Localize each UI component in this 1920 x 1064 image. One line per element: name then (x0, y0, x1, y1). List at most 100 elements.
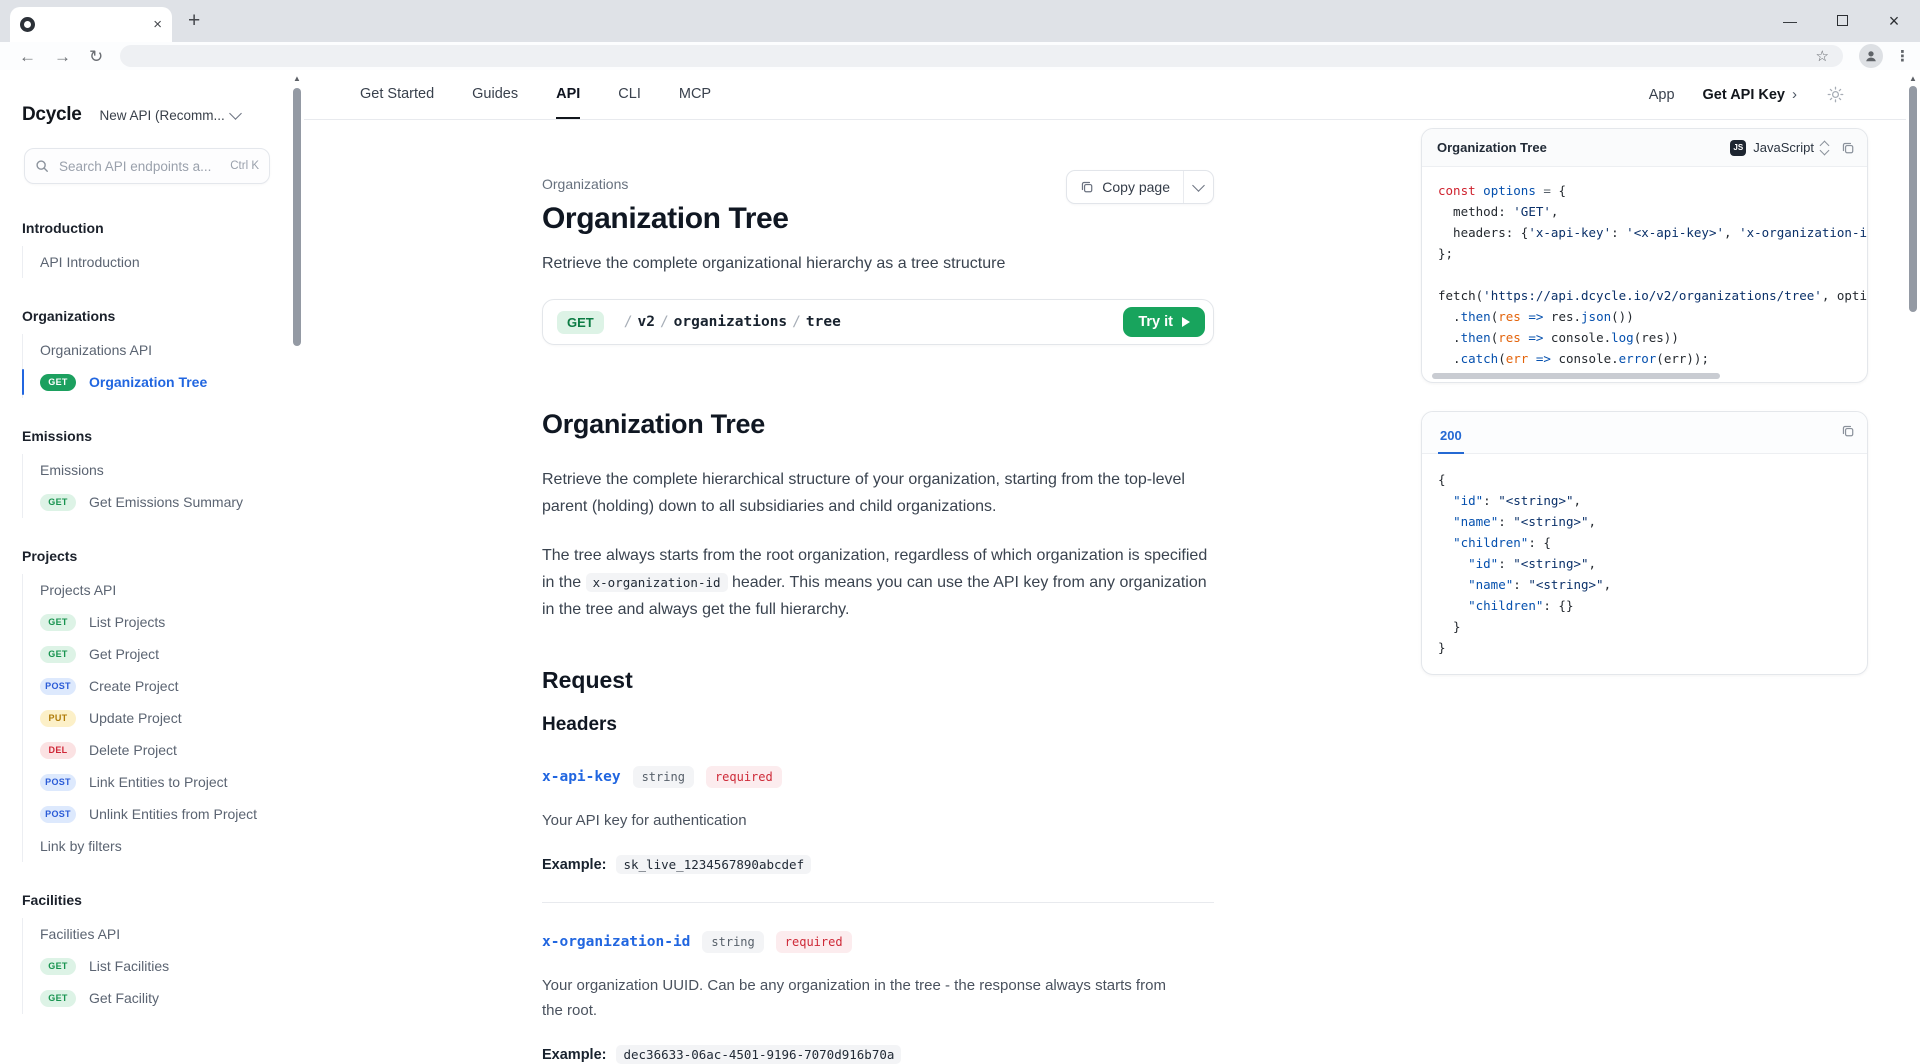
sidebar-item-label: Projects API (40, 582, 116, 598)
back-icon[interactable]: ← (19, 48, 36, 65)
sidebar-item-delete-project[interactable]: DELDelete Project (23, 734, 280, 766)
get-api-key-link[interactable]: Get API Key › (1703, 86, 1797, 103)
scrollbar-thumb[interactable] (1909, 86, 1917, 312)
sidebar-section-items: EmissionsGETGet Emissions Summary (22, 454, 280, 518)
method-badge: GET (40, 646, 76, 663)
theme-toggle[interactable] (1827, 86, 1844, 103)
sidebar-item-label: Link Entities to Project (89, 774, 228, 790)
scroll-up-icon[interactable]: ▲ (1906, 74, 1920, 83)
method-badge: POST (40, 774, 76, 791)
sidebar-item-label: API Introduction (40, 254, 140, 270)
chevron-right-icon: › (1792, 86, 1797, 103)
browser-menu-icon[interactable]: ⋮ (1895, 47, 1910, 65)
sidebar-item-list-facilities[interactable]: GETList Facilities (23, 950, 280, 982)
method-badge: GET (40, 374, 76, 391)
topnav-item-api[interactable]: API (556, 70, 580, 119)
reload-icon[interactable]: ↻ (89, 48, 103, 65)
search-input[interactable] (57, 158, 230, 175)
sidebar-item-api-introduction[interactable]: API Introduction (23, 246, 280, 278)
example-value: dec36633-06ac-4501-9196-7070d916b70a (616, 1045, 901, 1064)
sidebar-item-get-project[interactable]: GETGet Project (23, 638, 280, 670)
path-separator: / (792, 314, 801, 330)
maximize-icon[interactable] (1816, 13, 1868, 29)
code-line: "children": { (1438, 532, 1867, 553)
sidebar-section-title: Introduction (22, 220, 280, 236)
sidebar-item-create-project[interactable]: POST Create Project (23, 670, 280, 702)
window-controls: — × (1764, 0, 1920, 42)
copy-response-button[interactable] (1841, 424, 1855, 438)
minimize-icon[interactable]: — (1764, 13, 1816, 29)
topnav-item-mcp[interactable]: MCP (679, 70, 711, 119)
sidebar-scrollbar[interactable]: ▲ (290, 70, 304, 1047)
sidebar-item-get-emissions-summary[interactable]: GETGet Emissions Summary (23, 486, 280, 518)
code-line: { (1438, 469, 1867, 490)
code-line: .catch(err => console.error(err)); (1438, 348, 1867, 369)
example-value: sk_live_1234567890abcdef (616, 855, 811, 874)
tab-close-icon[interactable]: × (153, 17, 162, 32)
copy-code-button[interactable] (1841, 141, 1855, 155)
page-scrollbar[interactable]: ▲ (1906, 70, 1920, 1047)
js-icon: JS (1730, 140, 1746, 156)
response-status-tab[interactable]: 200 (1438, 417, 1464, 454)
scrollbar-thumb[interactable] (1432, 373, 1720, 379)
method-badge: DEL (40, 742, 76, 759)
nav-app-link[interactable]: App (1649, 87, 1675, 103)
path-segment: tree (806, 314, 841, 330)
try-it-button[interactable]: Try it (1123, 307, 1205, 337)
sidebar-item-link-by-filters[interactable]: Link by filters (23, 830, 280, 862)
sidebar-item-projects-api[interactable]: Projects API (23, 574, 280, 606)
language-selector[interactable]: JS JavaScript (1730, 140, 1828, 156)
topnav-item-get-started[interactable]: Get Started (360, 70, 434, 119)
top-nav: Get Started Guides API CLI MCP App Get API K… (304, 70, 1906, 120)
scroll-up-icon[interactable]: ▲ (290, 74, 304, 83)
copy-page-menu-button[interactable] (1183, 171, 1213, 203)
forward-icon[interactable]: → (54, 48, 71, 65)
code-block: const options = { method: 'GET', headers… (1422, 167, 1867, 371)
copy-page-button[interactable]: Copy page (1067, 171, 1183, 203)
new-tab-button[interactable]: + (188, 9, 200, 33)
profile-avatar[interactable] (1859, 44, 1883, 68)
topnav-item-cli[interactable]: CLI (618, 70, 641, 119)
path-segment: organizations (674, 314, 788, 330)
sidebar-item-organization-tree[interactable]: GETOrganization Tree (23, 366, 280, 398)
scrollbar-thumb[interactable] (293, 88, 301, 346)
topnav-item-guides[interactable]: Guides (472, 70, 518, 119)
bookmark-star-icon[interactable]: ☆ (1816, 47, 1829, 65)
code-line: .then(res => res.json()) (1438, 306, 1867, 327)
sidebar-item-label: List Projects (89, 614, 165, 630)
sidebar-item-label: Facilities API (40, 926, 120, 942)
sidebar-item-update-project[interactable]: PUTUpdate Project (23, 702, 280, 734)
url-bar[interactable]: ☆ (120, 45, 1843, 67)
sidebar-item-label: Create Project (89, 678, 178, 694)
sidebar-item-get-facility[interactable]: GETGet Facility (23, 982, 280, 1014)
sidebar-item-list-projects[interactable]: GETList Projects (23, 606, 280, 638)
horizontal-scrollbar[interactable] (1422, 371, 1867, 382)
sidebar-item-label: List Facilities (89, 958, 169, 974)
search-box[interactable]: Ctrl K (24, 148, 270, 184)
param-name[interactable]: x-api-key (542, 769, 621, 785)
sidebar-item-link-entities-to-project[interactable]: POST Link Entities to Project (23, 766, 280, 798)
code-line (1438, 264, 1867, 285)
sidebar-item-unlink-entities-from-project[interactable]: POSTUnlink Entities from Project (23, 798, 280, 830)
favicon-icon (20, 17, 35, 32)
copy-icon (1080, 180, 1094, 194)
play-icon (1182, 317, 1190, 327)
code-line: fetch('https://api.dcycle.io/v2/organiza… (1438, 285, 1867, 306)
code-line: "children": {} (1438, 595, 1867, 616)
method-badge: POST (40, 678, 76, 695)
close-icon[interactable]: × (1868, 11, 1920, 32)
sidebar-item-facilities-api[interactable]: Facilities API (23, 918, 280, 950)
param-name[interactable]: x-organization-id (542, 934, 690, 950)
sidebar-item-emissions[interactable]: Emissions (23, 454, 280, 486)
brand-logo[interactable]: Dcycle (22, 104, 81, 126)
param-description: Your organization UUID. Can be any organ… (542, 973, 1182, 1023)
sidebar: Dcycle New API (Recomm... Ctrl K Introdu… (0, 70, 290, 1047)
sidebar-section-items: Projects APIGETList ProjectsGETGet Proje… (22, 574, 280, 862)
browser-tab[interactable]: × (10, 7, 172, 42)
code-line: "id": "<string>", (1438, 490, 1867, 511)
param-required-badge: required (706, 766, 782, 788)
sidebar-item-organizations-api[interactable]: Organizations API (23, 334, 280, 366)
request-code-card: Organization Tree JS JavaScript const op… (1421, 128, 1868, 383)
code-line: method: 'GET', (1438, 201, 1867, 222)
api-version-switcher[interactable]: New API (Recomm... (99, 108, 239, 123)
